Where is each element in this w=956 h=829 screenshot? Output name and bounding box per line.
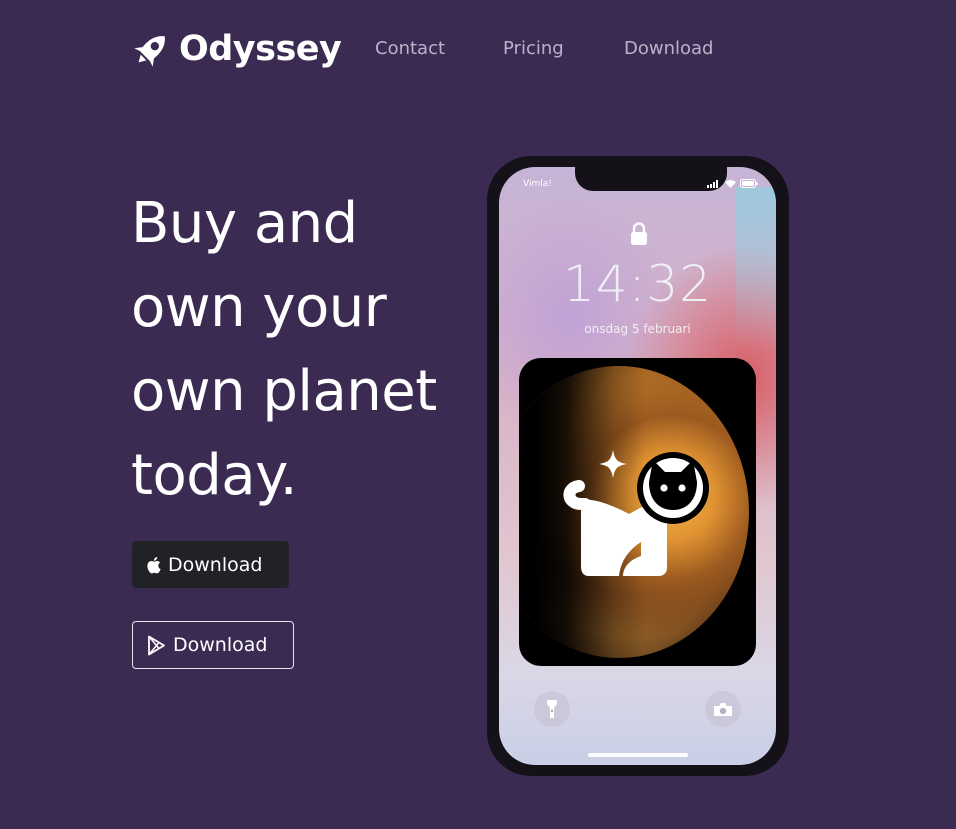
google-play-button-label: Download	[173, 634, 268, 656]
cat-astronaut-icon	[563, 450, 709, 576]
google-play-icon	[148, 635, 165, 655]
app-store-download-button[interactable]: Download	[132, 541, 289, 588]
flashlight-icon	[547, 700, 557, 718]
nav-link-pricing[interactable]: Pricing	[503, 38, 564, 59]
home-indicator[interactable]	[588, 753, 688, 757]
rocket-logo-icon	[134, 36, 165, 67]
brand-name: Odyssey	[179, 29, 342, 69]
camera-icon	[714, 702, 732, 716]
apple-icon	[147, 556, 161, 573]
wifi-icon	[725, 179, 736, 188]
lock-screen-date: onsdag 5 februari	[584, 322, 691, 336]
phone-notch	[575, 167, 727, 191]
camera-button[interactable]	[705, 691, 741, 727]
flashlight-button[interactable]	[534, 691, 570, 727]
carrier-label: Vimla!	[523, 179, 552, 189]
brand-logo[interactable]: Odyssey	[131, 28, 342, 70]
planet-widget[interactable]	[519, 358, 756, 666]
hero-headline: Buy and own your own planet today.	[131, 191, 437, 508]
lock-screen-time: 14:32	[562, 255, 713, 313]
google-play-download-button[interactable]: Download	[132, 621, 294, 669]
nav-link-contact[interactable]: Contact	[375, 38, 445, 59]
signal-icon	[707, 179, 718, 188]
lock-icon	[631, 222, 647, 245]
phone-mockup: Vimla! 14:32 onsdag 5 februari	[487, 156, 789, 776]
nav-link-download[interactable]: Download	[624, 38, 713, 59]
app-store-button-label: Download	[168, 553, 263, 576]
phone-lock-screen: Vimla! 14:32 onsdag 5 februari	[499, 167, 776, 765]
status-bar-icons	[707, 179, 758, 188]
battery-icon	[740, 179, 758, 188]
navbar: Odyssey	[131, 26, 342, 72]
